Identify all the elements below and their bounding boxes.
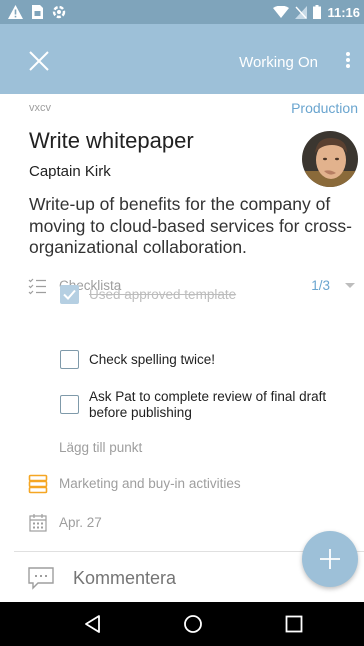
board-name: vxcv [29,102,51,114]
checklist-item-label[interactable]: Used approved template [89,287,236,303]
close-icon [29,51,49,71]
warning-icon [8,5,23,19]
add-icon [320,549,340,569]
sim-icon [32,5,43,19]
back-icon[interactable] [83,614,103,634]
app-bar: Working On [0,24,364,94]
card-label[interactable]: Marketing and buy-in activities [59,476,241,491]
due-date[interactable]: Apr. 27 [59,515,102,530]
status-time: 11:16 [327,4,360,20]
add-checklist-item-button[interactable]: Lägg till punkt [59,440,142,455]
close-button[interactable] [28,50,50,72]
comment-icon [28,567,54,590]
recents-icon[interactable] [284,614,304,634]
add-fab-button[interactable] [302,531,358,587]
chevron-down-icon[interactable] [344,280,356,292]
list-name-link[interactable]: Production [291,100,358,116]
checklist-icon [28,278,46,295]
checklist-item-checkbox[interactable] [60,350,79,369]
app-icon [52,5,66,19]
app-bar-title: Working On [239,54,318,71]
status-left [8,3,66,21]
label-icon [28,474,48,494]
card-title[interactable]: Write whitepaper [29,128,194,154]
more-vert-icon [346,52,350,68]
assignee-name: Captain Kirk [29,163,111,180]
no-signal-icon [295,5,308,19]
wifi-icon [273,6,290,18]
checklist-progress: 1/3 [311,278,330,293]
status-bar: 11:16 [0,0,364,24]
calendar-icon [29,514,47,532]
checklist-item-checkbox[interactable] [60,285,79,304]
avatar[interactable] [302,131,358,187]
checklist-item-checkbox[interactable] [60,395,79,414]
battery-icon [313,5,322,19]
overflow-menu-button[interactable] [336,46,360,74]
comment-input[interactable]: Kommentera [73,568,176,589]
home-icon[interactable] [183,614,203,634]
checklist-item-label[interactable]: Ask Pat to complete review of final draf… [89,389,351,421]
check-icon [63,289,76,300]
checklist-item-label[interactable]: Check spelling twice! [89,352,215,368]
navigation-bar [0,602,364,646]
card-description[interactable]: Write-up of benefits for the company of … [29,194,361,259]
avatar-image [302,131,358,187]
status-right: 11:16 [273,3,360,21]
